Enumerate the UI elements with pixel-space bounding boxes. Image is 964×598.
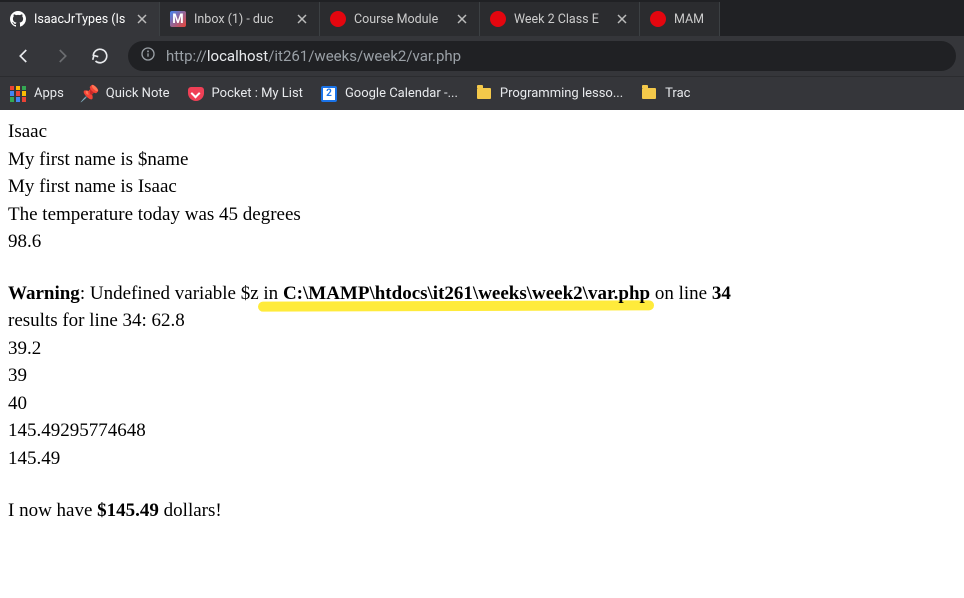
tab-week2[interactable]: Week 2 Class E	[480, 2, 640, 36]
bookmarks-bar: Apps 📌 Quick Note Pocket : My List 2 Goo…	[0, 76, 964, 110]
tab-mamp[interactable]: MAM	[640, 2, 720, 36]
bookmark-apps[interactable]: Apps	[10, 86, 64, 102]
bookmark-label: Quick Note	[106, 86, 170, 101]
tab-title: Week 2 Class E	[514, 12, 607, 27]
tab-title: Inbox (1) - duc	[194, 12, 287, 27]
forward-button[interactable]	[46, 40, 78, 72]
close-icon[interactable]	[455, 12, 469, 26]
output-line: The temperature today was 45 degrees	[8, 201, 956, 229]
github-icon	[10, 11, 26, 27]
output-line: 145.49	[8, 445, 956, 473]
pocket-icon	[188, 86, 204, 102]
warning-line: Warning: Undefined variable $z in C:\MAM…	[8, 280, 956, 308]
calendar-icon: 2	[321, 86, 337, 102]
output-line: I now have $145.49 dollars!	[8, 497, 956, 525]
close-icon[interactable]	[295, 12, 309, 26]
canvas-icon	[650, 11, 666, 27]
output-line: My first name is $name	[8, 146, 956, 174]
close-icon[interactable]	[615, 12, 629, 26]
bookmark-trac[interactable]: Trac	[641, 86, 690, 102]
blank-line	[8, 473, 956, 497]
close-icon[interactable]	[135, 12, 149, 26]
gmail-icon: M	[170, 11, 186, 27]
output-line: Isaac	[8, 118, 956, 146]
page-content: Isaac My first name is $name My first na…	[0, 110, 964, 532]
address-bar[interactable]: http://localhost/it261/weeks/week2/var.p…	[128, 41, 956, 71]
toolbar: http://localhost/it261/weeks/week2/var.p…	[0, 36, 964, 76]
output-line: 39.2	[8, 335, 956, 363]
bookmark-quick-note[interactable]: 📌 Quick Note	[82, 86, 170, 102]
tab-title: Course Module	[354, 12, 447, 27]
tab-gmail[interactable]: M Inbox (1) - duc	[160, 2, 320, 36]
output-line: My first name is Isaac	[8, 173, 956, 201]
warning-label: Warning	[8, 283, 80, 304]
output-line: 39	[8, 362, 956, 390]
output-line: results for line 34: 62.8	[8, 307, 956, 335]
warning-path: C:\MAMP\htdocs\it261\weeks\week2\var.php	[283, 283, 650, 304]
blank-line	[8, 256, 956, 280]
bookmark-label: Google Calendar -...	[345, 86, 458, 101]
back-button[interactable]	[8, 40, 40, 72]
tab-course-module[interactable]: Course Module	[320, 2, 480, 36]
dollar-amount: $145.49	[97, 500, 159, 521]
bookmark-google-calendar[interactable]: 2 Google Calendar -...	[321, 86, 458, 102]
tab-strip: IsaacJrTypes (Is M Inbox (1) - duc Cours…	[0, 0, 964, 36]
bookmark-programming[interactable]: Programming lesso...	[476, 86, 623, 102]
tab-github[interactable]: IsaacJrTypes (Is	[0, 2, 160, 36]
tab-title: MAM	[674, 12, 709, 27]
bookmark-label: Trac	[665, 86, 690, 101]
output-line: 98.6	[8, 228, 956, 256]
warning-lineno: 34	[712, 283, 731, 304]
tab-title: IsaacJrTypes (Is	[34, 12, 127, 27]
folder-icon	[641, 86, 657, 102]
bookmark-label: Programming lesso...	[500, 86, 623, 101]
apps-icon	[10, 86, 26, 102]
bookmark-pocket[interactable]: Pocket : My List	[188, 86, 303, 102]
reload-button[interactable]	[84, 40, 116, 72]
info-icon[interactable]	[140, 46, 156, 66]
bookmark-label: Apps	[34, 86, 64, 101]
pin-icon: 📌	[82, 86, 98, 102]
canvas-icon	[330, 11, 346, 27]
output-line: 145.49295774648	[8, 417, 956, 445]
folder-icon	[476, 86, 492, 102]
output-line: 40	[8, 390, 956, 418]
url-text: http://localhost/it261/weeks/week2/var.p…	[166, 47, 461, 65]
bookmark-label: Pocket : My List	[212, 86, 303, 101]
canvas-icon	[490, 11, 506, 27]
